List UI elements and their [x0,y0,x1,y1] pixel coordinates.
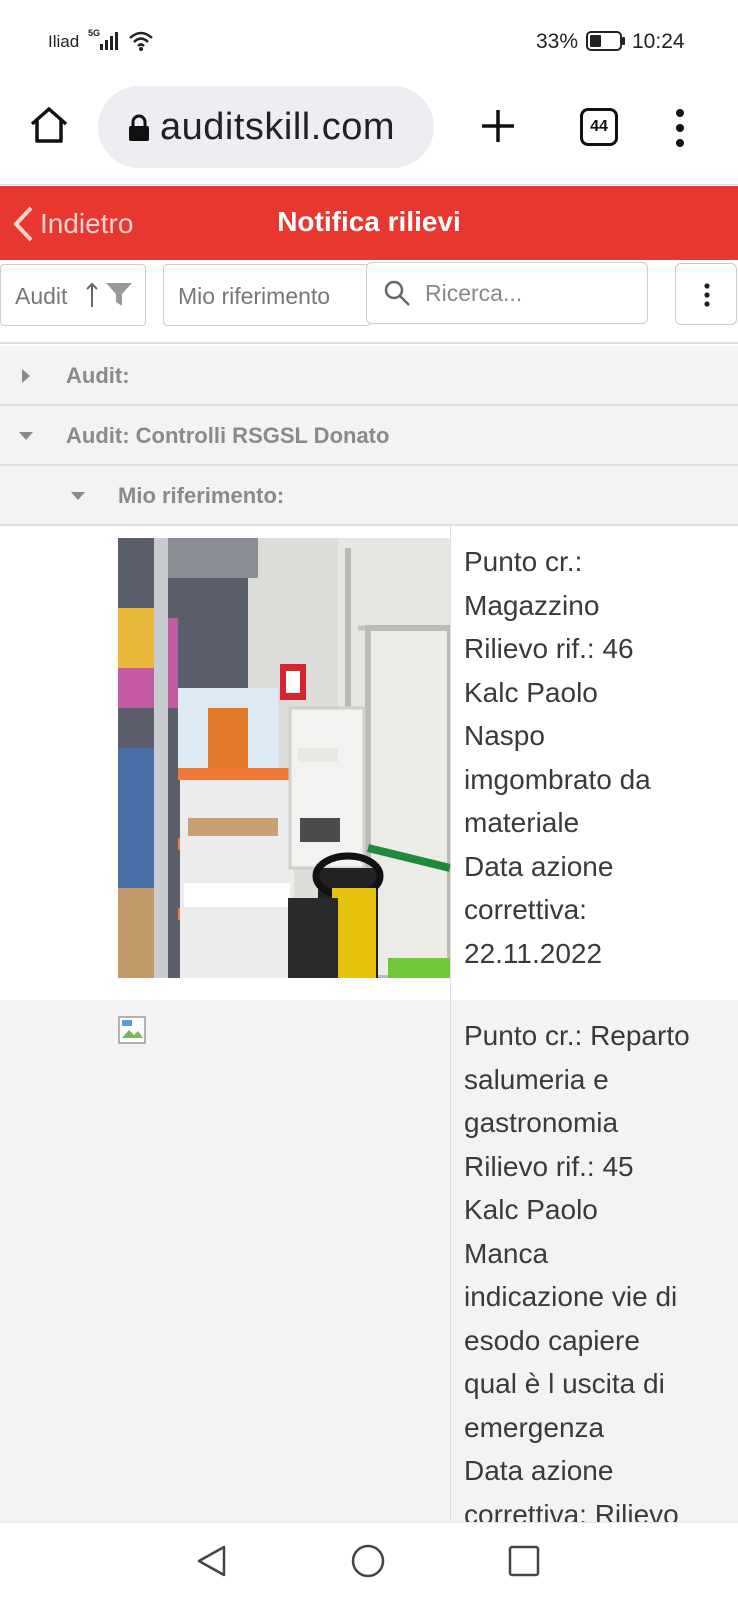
app-header: Indietro Notifica rilievi [0,186,738,260]
lock-icon [129,114,149,141]
row-divider [450,1000,451,1522]
detail-line: salumeria e [464,1063,609,1095]
address-bar[interactable]: auditskill.com [98,86,434,168]
detail-line: Data azione [464,1455,614,1486]
audit-group-chip[interactable]: Audit [0,264,146,326]
detail-line: 22.11.2022 [464,937,603,969]
audit-chip-label: Audit [15,283,68,309]
nav-home-icon[interactable] [350,1543,386,1579]
finding-details: Punto cr.: Magazzino Rilievo rif.: 46 Ka… [464,540,734,975]
nav-recent-apps-icon[interactable] [508,1545,540,1577]
detail-line: Kalc Paolo [464,1194,598,1225]
group-label: Mio riferimento: [118,483,285,508]
url-text: auditskill.com [160,106,396,148]
carrier-label: Iliad [48,32,80,51]
reference-chip-label: Mio riferimento [178,283,331,309]
detail-line: materiale [464,807,580,838]
home-icon[interactable] [28,104,70,146]
finding-details: Punto cr.: Reparto salumeria e gastronom… [464,1014,734,1522]
group-row-audit-empty[interactable]: Audit: [0,346,738,406]
search-box[interactable] [366,262,648,324]
detail-line: Manca [464,1237,549,1269]
table-row[interactable]: Punto cr.: Magazzino Rilievo rif.: 46 Ka… [0,526,738,1000]
wifi-icon [129,31,153,51]
row-divider [450,526,451,1000]
detail-line: Magazzino [464,589,600,621]
page-title: Notifica rilievi [277,206,461,237]
detail-line: correttiva: [464,894,587,925]
clock: 10:24 [632,30,685,53]
detail-line: Punto cr.: Reparto [464,1020,690,1051]
toolbar-more-button[interactable] [675,263,737,325]
new-tab-icon[interactable] [478,106,518,146]
detail-line: Punto cr.: [464,546,583,577]
detail-line: emergenza [464,1411,605,1443]
caret-right-icon [22,369,30,383]
browser-menu-icon[interactable] [672,108,688,148]
search-input[interactable] [425,275,635,311]
detail-line: indicazione vie di [464,1281,678,1312]
group-row-audit-controlli[interactable]: Audit: Controlli RSGSL Donato [0,406,738,466]
finding-photo[interactable] [118,538,450,978]
nav-back-icon[interactable] [194,1543,230,1579]
network-type-label: 5G [88,28,101,38]
filter-icon[interactable] [105,282,133,308]
group-label: Audit: [66,363,130,388]
group-label: Audit: Controlli RSGSL Donato [66,423,390,448]
detail-line: Data azione [464,850,614,882]
detail-line: qual è l uscita di [464,1368,665,1399]
table-row[interactable]: Punto cr.: Reparto salumeria e gastronom… [0,1000,738,1522]
detail-line: imgombrato da [464,763,651,795]
browser-toolbar: auditskill.com 44 [0,80,738,185]
system-navigation-bar [0,1522,738,1600]
detail-line: gastronomia [464,1107,619,1138]
caret-down-icon [71,492,85,500]
search-icon [384,280,410,306]
warehouse-photo-image [118,538,450,978]
group-row-mio-riferimento[interactable]: Mio riferimento: [0,466,738,526]
signal-icon [100,32,118,50]
detail-line: esodo capiere [464,1324,640,1356]
detail-line: Kalc Paolo [464,676,598,708]
reference-group-chip[interactable]: Mio riferimento [163,264,371,326]
detail-line: Rilievo rif.: 45 [464,1150,634,1182]
filter-toolbar: Audit Mio riferimento [0,260,738,344]
battery-icon [586,31,625,51]
detail-line: correttiva: Rilievo [464,1498,679,1523]
more-vertical-icon [704,283,710,307]
broken-image-icon [118,1016,146,1044]
detail-line: Naspo [464,720,545,751]
battery-percent: 33% [536,30,579,53]
status-bar: Iliad 5G 33% 10:24 [0,0,738,80]
caret-down-icon [19,432,33,440]
detail-line: Rilievo rif.: 46 [464,633,634,664]
sort-ascending-icon[interactable] [85,281,99,309]
tab-switcher-button[interactable]: 44 [580,108,618,146]
